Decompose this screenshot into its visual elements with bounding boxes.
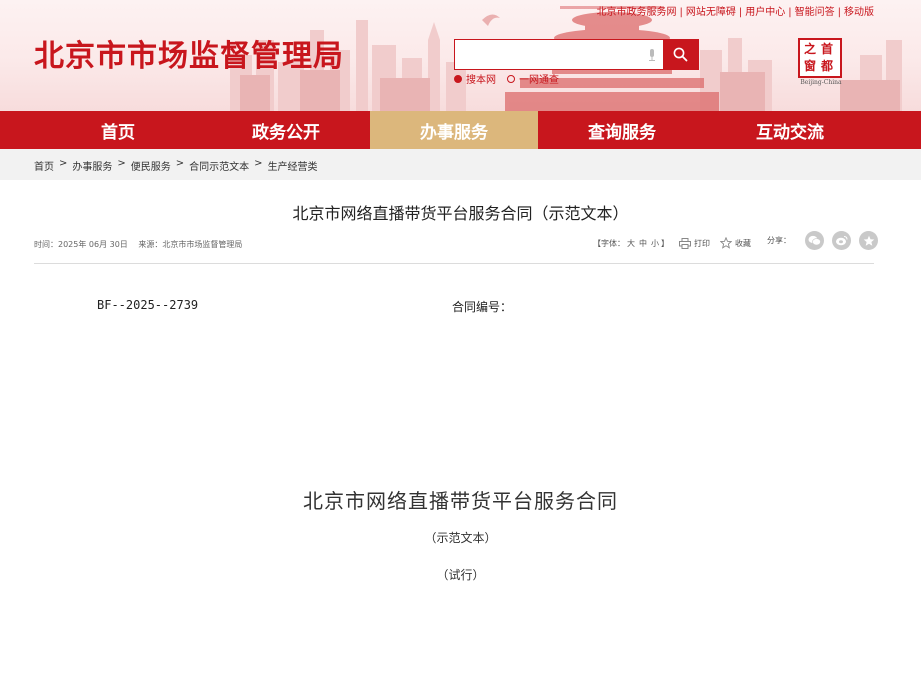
nav-home[interactable]: 首页 xyxy=(34,111,202,149)
top-link-accessibility[interactable]: 网站无障碍 xyxy=(686,7,736,18)
font-size-large[interactable]: 大 xyxy=(627,238,635,249)
star-icon xyxy=(720,237,732,249)
article-title: 北京市网络直播带货平台服务合同（示范文本） xyxy=(292,204,629,223)
article-meta: 时间：2025年 06月 30日 来源：北京市市场监督管理局 xyxy=(34,239,250,250)
top-links: 北京市政务服务网 | 网站无障碍 | 用户中心 | 智能问答 | 移动版 xyxy=(596,7,875,18)
nav-gov-affairs[interactable]: 政务公开 xyxy=(202,111,370,149)
font-size-medium[interactable]: 中 xyxy=(639,238,647,249)
article-source: 来源：北京市市场监督管理局 xyxy=(138,240,243,249)
breadcrumb-separator: > xyxy=(117,158,126,169)
search-button[interactable] xyxy=(663,40,698,69)
search-scope: 搜本网 一网通查 xyxy=(454,71,570,86)
publish-time: 时间：2025年 06月 30日 xyxy=(34,240,128,249)
top-link-user-center[interactable]: 用户中心 xyxy=(745,7,785,18)
nav-services[interactable]: 办事服务 xyxy=(370,111,538,149)
breadcrumb-production[interactable]: 生产经营类 xyxy=(268,158,318,173)
breadcrumb-separator: > xyxy=(59,158,68,169)
breadcrumb-home[interactable]: 首页 xyxy=(34,158,54,173)
contract-number-label: 合同编号： xyxy=(452,300,513,314)
top-link-gov-service[interactable]: 北京市政务服务网 xyxy=(597,7,677,18)
weibo-share-icon[interactable] xyxy=(832,231,851,250)
header-divider xyxy=(34,263,874,264)
wechat-share-icon[interactable] xyxy=(805,231,824,250)
logo-char: 之 xyxy=(804,42,817,56)
breadcrumb: 首页 > 办事服务 > 便民服务 > 合同示范文本 > 生产经营类 xyxy=(34,158,318,173)
logo-caption: Beijing-China xyxy=(800,79,842,86)
breadcrumb-separator: > xyxy=(175,158,185,169)
nav-interaction[interactable]: 互动交流 xyxy=(706,111,874,149)
font-size-selector: 【字体： 大 中 小 】 xyxy=(593,238,669,249)
print-button[interactable]: 打印 xyxy=(679,237,710,249)
share-bar: 分享： xyxy=(767,231,886,250)
document-trial-note: （试行） xyxy=(436,568,485,582)
breadcrumb-separator: > xyxy=(254,158,263,169)
contract-number: BF--2025--2739 xyxy=(97,298,199,312)
print-label: 打印 xyxy=(694,238,710,248)
site-header: 北京市市场监督管理局 北京市政务服务网 | 网站无障碍 | 用户中心 | 智能问答 | 移动版 … xyxy=(0,0,921,111)
font-size-end: 】 xyxy=(661,238,669,248)
nav-query[interactable]: 查询服务 xyxy=(538,111,706,149)
breadcrumb-services[interactable]: 办事服务 xyxy=(72,158,112,173)
top-link-smart-qa[interactable]: 智能问答 xyxy=(795,7,835,18)
document-subtitle: （示范文本） xyxy=(424,531,497,545)
logo-char: 首 xyxy=(821,42,834,56)
breadcrumb-bar: 首页 > 办事服务 > 便民服务 > 合同示范文本 > 生产经营类 xyxy=(0,149,921,180)
breadcrumb-templates[interactable]: 合同示范文本 xyxy=(189,158,249,173)
capital-window-logo[interactable]: 首 都 之 窗 Beijing-China xyxy=(796,38,846,90)
scope-all-label: 一网通查 xyxy=(519,75,559,86)
site-title: 北京市市场监督管理局 xyxy=(34,39,344,74)
scope-site-label: 搜本网 xyxy=(466,75,496,86)
article-tools: 【字体： 大 中 小 】 打印 收藏 xyxy=(593,237,761,249)
favorite-button[interactable]: 收藏 xyxy=(720,237,751,249)
main-nav: 首页 政务公开 办事服务 查询服务 互动交流 xyxy=(0,111,921,149)
microphone-icon[interactable] xyxy=(645,40,659,69)
printer-icon xyxy=(679,237,691,249)
search-input[interactable] xyxy=(455,40,645,69)
font-size-label: 【字体： xyxy=(593,238,625,248)
qzone-share-icon[interactable] xyxy=(859,231,878,250)
search-icon xyxy=(673,47,688,62)
document-title: 北京市网络直播带货平台服务合同 xyxy=(303,489,618,513)
favorite-label: 收藏 xyxy=(735,238,751,248)
logo-seal: 首 都 之 窗 xyxy=(798,38,842,78)
share-label: 分享： xyxy=(767,236,791,245)
radio-unselected-icon xyxy=(507,74,515,83)
top-link-mobile[interactable]: 移动版 xyxy=(844,7,874,18)
logo-char: 窗 xyxy=(804,59,817,73)
font-size-small[interactable]: 小 xyxy=(651,238,659,249)
breadcrumb-convenience[interactable]: 便民服务 xyxy=(131,158,171,173)
radio-selected-icon xyxy=(454,74,462,83)
scope-all[interactable]: 一网通查 xyxy=(507,71,559,86)
logo-char: 都 xyxy=(821,59,834,73)
scope-site[interactable]: 搜本网 xyxy=(454,71,496,86)
search-box xyxy=(454,39,699,70)
